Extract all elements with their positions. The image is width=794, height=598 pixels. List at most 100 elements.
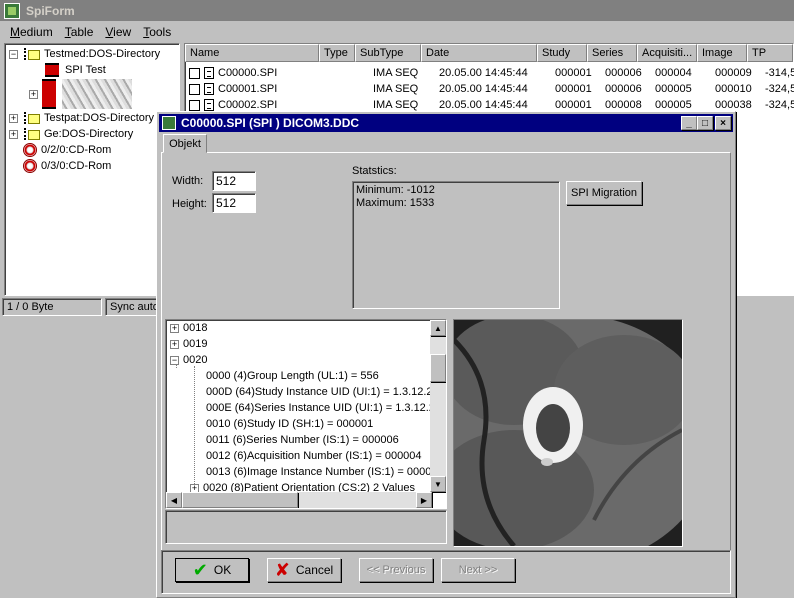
tree-node-series-number[interactable]: 0011 (6)Series Number (IS:1) = 000006: [206, 432, 399, 448]
cell-image: 000009: [715, 67, 752, 79]
tree-node-acquisition-number[interactable]: 0012 (6)Acquisition Number (IS:1) = 0000…: [206, 448, 422, 464]
tree-node-label: 0012 (6)Acquisition Number (IS:1) = 0000…: [206, 450, 422, 462]
cell-acquisition: 000005: [655, 99, 692, 111]
main-title-bar[interactable]: SpiForm: [0, 0, 794, 21]
tree-node-label: 0013 (6)Image Instance Number (IS:1) = 0…: [206, 466, 438, 478]
width-field[interactable]: 512: [212, 171, 256, 191]
cell-series: 000006: [605, 83, 642, 95]
cell-image: 000038: [715, 99, 752, 111]
dicom-tag-tree[interactable]: + 0018 + 0019 − 0020 0000 (4)Group Lengt…: [165, 319, 447, 509]
cell-acquisition: 000004: [655, 67, 692, 79]
collapse-icon[interactable]: −: [170, 355, 179, 365]
cell-acquisition: 000005: [655, 83, 692, 95]
check-icon: ✔: [192, 559, 208, 580]
column-header-name[interactable]: Name: [185, 44, 319, 62]
tree-node-group-length[interactable]: 0000 (4)Group Length (UL:1) = 556: [206, 368, 379, 384]
cell-series: 000006: [605, 67, 642, 79]
menu-tools[interactable]: Tools: [137, 23, 177, 41]
directory-tree[interactable]: − Testmed:DOS-Directory SPI Test + + Tes…: [4, 43, 180, 296]
column-header-date[interactable]: Date: [421, 44, 537, 62]
cell-study: 000001: [555, 99, 592, 111]
next-button[interactable]: Next >>: [441, 558, 515, 582]
tree-node-0018[interactable]: + 0018: [170, 320, 207, 336]
scroll-down-button[interactable]: ▼: [430, 476, 446, 492]
tab-objekt[interactable]: Objekt: [163, 134, 207, 153]
tree-item-testpat[interactable]: + Testpat:DOS-Directory: [9, 110, 154, 126]
ct-image-preview: [453, 319, 683, 547]
expand-icon[interactable]: +: [170, 323, 179, 333]
expand-icon[interactable]: +: [9, 113, 18, 123]
tree-node-study-id[interactable]: 0010 (6)Study ID (SH:1) = 000001: [206, 416, 373, 432]
tree-item-label: SPI Test: [65, 64, 106, 76]
cell-name: C00000.SPI: [218, 67, 278, 79]
column-header-series[interactable]: Series: [587, 44, 637, 62]
scroll-up-button[interactable]: ▲: [430, 320, 446, 336]
cell-image: 000010: [715, 83, 752, 95]
tree-node-label: 0020: [183, 354, 208, 366]
menu-view[interactable]: View: [99, 23, 137, 41]
tree-node-0019[interactable]: + 0019: [170, 336, 207, 352]
main-title: SpiForm: [26, 3, 75, 18]
cell-subtype: IMA SEQ: [373, 67, 419, 79]
column-header-subtype[interactable]: SubType: [355, 44, 421, 62]
column-header-acquisition[interactable]: Acquisiti...: [637, 44, 697, 62]
tree-item-cdrom-020[interactable]: 0/2/0:CD-Rom: [23, 142, 111, 158]
tree-node-label: 0019: [183, 338, 208, 350]
tree-item-label: 0/3/0:CD-Rom: [41, 160, 112, 172]
list-item[interactable]: C00000.SPI IMA SEQ 20.05.00 14:45:44 000…: [185, 65, 794, 81]
cell-subtype: IMA SEQ: [373, 83, 419, 95]
checkbox[interactable]: [189, 67, 200, 79]
menu-table[interactable]: Table: [59, 23, 100, 41]
dialog-title-bar[interactable]: C00000.SPI (SPI ) DICOM3.DDC: [159, 114, 733, 132]
folder-icon: [22, 47, 40, 61]
scroll-thumb[interactable]: [430, 354, 446, 382]
tree-node-image-number[interactable]: 0013 (6)Image Instance Number (IS:1) = 0…: [206, 464, 437, 480]
tree-item-label: Testmed:DOS-Directory: [44, 48, 161, 60]
ok-button[interactable]: ✔ OK: [175, 558, 249, 582]
tree-node-label: 000E (64)Series Instance UID (UI:1) = 1.…: [206, 402, 439, 414]
checkbox[interactable]: [189, 83, 200, 95]
app-icon: [162, 116, 176, 130]
tree-node-label: 0011 (6)Series Number (IS:1) = 000006: [206, 434, 399, 446]
expand-icon[interactable]: +: [170, 339, 179, 349]
tree-node-study-uid[interactable]: 000D (64)Study Instance UID (UI:1) = 1.3…: [206, 384, 436, 400]
column-header-type[interactable]: Type: [319, 44, 355, 62]
tree-item-testmed[interactable]: − Testmed:DOS-Directory: [9, 46, 160, 62]
scroll-left-button[interactable]: ◀: [166, 492, 182, 508]
height-field[interactable]: 512: [212, 193, 256, 213]
menu-view-label: iew: [113, 25, 132, 39]
tree-item-spi-test[interactable]: SPI Test: [45, 62, 106, 78]
tree-item-image[interactable]: +: [29, 78, 132, 110]
vertical-scrollbar[interactable]: [430, 320, 446, 492]
cell-tp: -324,5: [765, 99, 794, 111]
folder-icon: [22, 127, 40, 141]
dicom-dialog: C00000.SPI (SPI ) DICOM3.DDC _ □ × Objek…: [156, 111, 736, 598]
minimize-button[interactable]: _: [681, 116, 697, 130]
document-icon: [204, 83, 214, 95]
scroll-right-button[interactable]: ▶: [416, 492, 432, 508]
column-header-study[interactable]: Study: [537, 44, 587, 62]
column-header-image[interactable]: Image: [697, 44, 747, 62]
column-header-tp[interactable]: TP: [747, 44, 793, 62]
cell-name: C00001.SPI: [218, 83, 278, 95]
tree-node-0020[interactable]: − 0020: [170, 352, 207, 368]
checkbox[interactable]: [189, 99, 200, 111]
arrow-down-icon: ▼: [434, 479, 442, 489]
tree-node-series-uid[interactable]: 000E (64)Series Instance UID (UI:1) = 1.…: [206, 400, 438, 416]
cancel-button[interactable]: ✘ Cancel: [267, 558, 341, 582]
collapse-icon[interactable]: −: [9, 49, 18, 59]
previous-button[interactable]: << Previous: [359, 558, 433, 582]
maximize-button[interactable]: □: [697, 116, 713, 130]
expand-icon[interactable]: +: [29, 89, 38, 99]
expand-icon[interactable]: +: [9, 129, 18, 139]
stats-minimum: Minimum: -1012: [356, 184, 435, 196]
tree-item-cdrom-030[interactable]: 0/3/0:CD-Rom: [23, 158, 111, 174]
scroll-thumb-horizontal[interactable]: [182, 492, 298, 508]
menu-medium[interactable]: Medium: [4, 23, 59, 41]
tree-item-ge[interactable]: + Ge:DOS-Directory: [9, 126, 133, 142]
spi-migration-button[interactable]: SPI Migration: [566, 181, 642, 205]
list-item[interactable]: C00001.SPI IMA SEQ 20.05.00 14:45:44 000…: [185, 81, 794, 97]
statistics-box: Minimum: -1012 Maximum: 1533: [352, 181, 560, 309]
close-button[interactable]: ×: [715, 116, 731, 130]
tree-item-label: Testpat:DOS-Directory: [44, 112, 155, 124]
